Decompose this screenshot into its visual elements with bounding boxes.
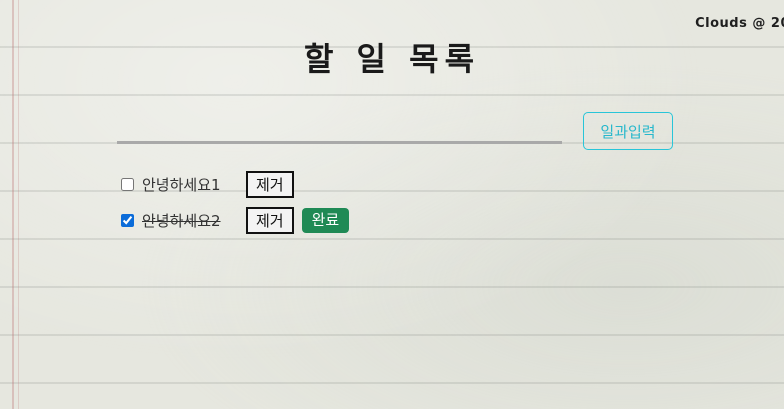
remove-button[interactable]: 제거 [246, 170, 294, 198]
credit-text: Clouds @ 20 [695, 16, 784, 31]
todo-input-row: 일과입력 [117, 112, 673, 150]
todo-checkbox[interactable] [121, 213, 134, 227]
todo-item: 안녕하세요2 제거 완료 [121, 206, 350, 234]
page-title: 할 일 목록 [303, 40, 481, 78]
add-todo-button[interactable]: 일과입력 [583, 112, 673, 150]
todo-text: 안녕하세요2 [142, 211, 221, 230]
todo-text: 안녕하세요1 [142, 175, 221, 194]
todo-input[interactable] [117, 112, 562, 144]
todo-list: 안녕하세요1 제거 안녕하세요2 제거 완료 [121, 170, 350, 242]
done-badge: 완료 [301, 207, 350, 233]
todo-checkbox[interactable] [121, 177, 134, 191]
todo-item: 안녕하세요1 제거 [121, 170, 349, 198]
remove-button[interactable]: 제거 [246, 206, 294, 234]
